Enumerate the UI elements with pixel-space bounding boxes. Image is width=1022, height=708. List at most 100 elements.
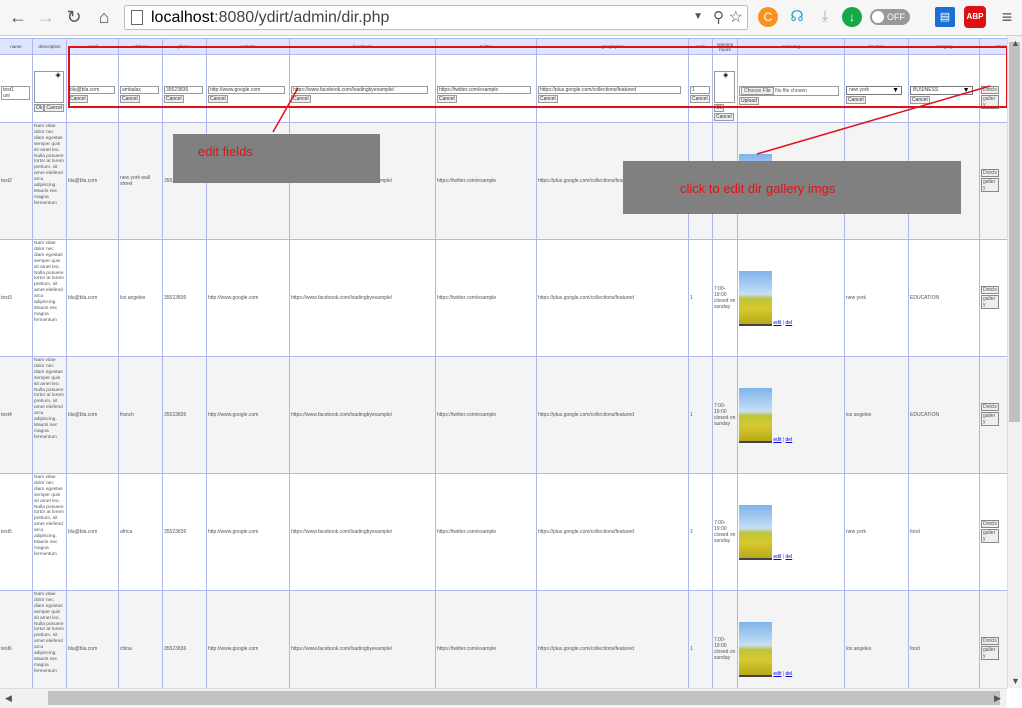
cell-name: test5 — [0, 473, 33, 591]
dropdown-arrow-icon[interactable]: ▼ — [693, 11, 703, 22]
vertical-scrollbar-thumb[interactable] — [1009, 42, 1020, 422]
cell-address: china — [118, 590, 163, 688]
reload-icon[interactable]: ↻ — [62, 5, 86, 29]
home-icon[interactable]: ⌂ — [92, 5, 116, 29]
cell-location: los angeles — [844, 356, 909, 474]
dotcls-button[interactable]: Dotcls — [981, 169, 999, 177]
cell-website: http://www.google.com — [206, 356, 290, 474]
main-image[interactable] — [739, 504, 772, 560]
page-content: name description email address phone web… — [0, 36, 1007, 688]
table-row: test5 Nam vitae dolor nec diam egestas se… — [0, 473, 1007, 591]
gallery-button[interactable]: gallery — [981, 178, 999, 192]
col-description: description — [32, 38, 67, 55]
ok-button[interactable]: Ok — [34, 104, 45, 112]
cell-facebook: https://www.facebook.com/loadingbyexampl… — [289, 356, 436, 474]
cell-twitter: https://twitter.com/example — [435, 122, 537, 240]
main-image[interactable] — [739, 387, 772, 443]
edit-image-link[interactable]: edit — [773, 554, 781, 560]
edit-image-link[interactable]: edit — [773, 437, 781, 443]
cell-googleplus: https://plus.google.com/collections/feat… — [536, 356, 689, 474]
description-textarea[interactable]: ◈ — [34, 71, 64, 103]
cell-email: bla@bla.com — [66, 473, 119, 591]
delete-image-link[interactable]: del — [786, 437, 793, 443]
horizontal-scrollbar-thumb[interactable] — [48, 691, 1000, 705]
gallery-button[interactable]: gallery — [981, 295, 999, 309]
directory-table: name description email address phone web… — [0, 38, 1007, 688]
cell-email: bla@bla.com — [66, 122, 119, 240]
table-row: test6 Nam vitae dolor nec diam egestas se… — [0, 590, 1007, 688]
cell-address: new york wall street — [118, 122, 163, 240]
cell-website: http://www.google.com — [206, 239, 290, 357]
forward-arrow-icon[interactable]: → — [34, 5, 58, 29]
headphones-icon[interactable]: ☊ — [786, 6, 808, 28]
cell-location: new york — [844, 473, 909, 591]
delete-image-link[interactable]: del — [786, 554, 793, 560]
dotcls-button[interactable]: Dotcls — [981, 403, 999, 411]
dotcls-button[interactable]: Dotcls — [981, 637, 999, 645]
cell-description: Nam vitae dolor nec diam egestas semper … — [32, 473, 67, 591]
cell-name: test2 — [0, 122, 33, 240]
scroll-down-arrow-icon[interactable]: ▼ — [1011, 676, 1020, 686]
off-toggle[interactable]: OFF — [870, 9, 910, 25]
gallery-button[interactable]: gallery — [981, 646, 999, 660]
download-arrow-icon[interactable]: ↓ — [842, 7, 862, 27]
extension-c-icon[interactable]: C — [758, 7, 778, 27]
cell-googleplus: https://plus.google.com/collections/feat… — [536, 239, 689, 357]
menu-icon[interactable]: ≡ — [996, 6, 1018, 28]
address-bar[interactable]: localhost:8080/ydirt/admin/dir.php ▼ ⚲ ☆ — [124, 5, 748, 30]
main-image[interactable] — [739, 270, 772, 326]
cell-website: http://www.google.com — [206, 590, 290, 688]
edit-image-link[interactable]: edit — [773, 671, 781, 677]
name-input[interactable]: test1 uni — [1, 86, 30, 100]
cell-description: Nam vitae dolor nec diam egestas semper … — [32, 239, 67, 357]
zoom-icon[interactable]: ⚲ — [713, 8, 724, 26]
delete-image-link[interactable]: del — [786, 671, 793, 677]
adblock-icon[interactable]: ABP — [964, 6, 986, 28]
gallery-button[interactable]: gallery — [981, 529, 999, 543]
cell-action: Dotcls gallery — [979, 239, 1007, 357]
cell-rank: 1 — [688, 473, 713, 591]
cell-name: test3 — [0, 239, 33, 357]
cell-location: new york — [844, 239, 909, 357]
edit-image-link[interactable]: edit — [773, 320, 781, 326]
cell-hours: 7:00-19:00 closed on sunday — [712, 239, 738, 357]
gallery-button[interactable]: gallery — [981, 412, 999, 426]
cell-rank: 1 — [688, 356, 713, 474]
scroll-up-arrow-icon[interactable]: ▲ — [1011, 38, 1020, 48]
cell-twitter: https://twitter.com/example — [435, 239, 537, 357]
download-icon[interactable]: ⤓ — [814, 6, 836, 28]
scroll-left-arrow-icon[interactable]: ◀ — [5, 693, 12, 704]
window-icon[interactable]: ▤ — [935, 7, 955, 27]
cell-name: test6 — [0, 590, 33, 688]
cancel-button-description[interactable]: Cancel — [44, 104, 64, 112]
cell-twitter: https://twitter.com/example — [435, 590, 537, 688]
bookmark-star-icon[interactable]: ☆ — [729, 7, 743, 27]
cell-name: test4 — [0, 356, 33, 474]
back-arrow-icon[interactable]: ← — [6, 5, 30, 29]
cell-description: Nam vitae dolor nec diam egestas semper … — [32, 590, 67, 688]
cell-phone: 35523836 — [162, 590, 207, 688]
cell-phone: 35523836 — [162, 473, 207, 591]
scroll-right-arrow-icon[interactable]: ▶ — [994, 693, 1001, 704]
cell-hours: 7:00-19:00 closed on sunday — [712, 590, 738, 688]
delete-image-link[interactable]: del — [786, 320, 793, 326]
cancel-button-hours[interactable]: Cancel — [714, 113, 734, 121]
cell-facebook: https://www.facebook.com/loadingbyexampl… — [289, 473, 436, 591]
cell-website: http://www.google.com — [206, 473, 290, 591]
cell-email: bla@bla.com — [66, 356, 119, 474]
dotcls-button[interactable]: Dotcls — [981, 286, 999, 294]
cell-facebook: https://www.facebook.com/loadingbyexampl… — [289, 239, 436, 357]
cell-hours: 7:00-19:00 closed on sunday — [712, 473, 738, 591]
table-row: test4 Nam vitae dolor nec diam egestas se… — [0, 356, 1007, 474]
cell-googleplus: https://plus.google.com/collections/feat… — [536, 473, 689, 591]
main-image[interactable] — [739, 621, 772, 677]
cell-rank: 1 — [688, 590, 713, 688]
cell-rank: 1 — [688, 239, 713, 357]
cell-twitter: https://twitter.com/example — [435, 356, 537, 474]
cell-email: bla@bla.com — [66, 590, 119, 688]
dotcls-button[interactable]: Dotcls — [981, 520, 999, 528]
annotation-edit-fields: edit fields — [173, 134, 380, 183]
cell-category: EDUCATION — [908, 356, 980, 474]
cell-action: Dotcls gallery — [979, 356, 1007, 474]
cell-description: Nam vitae dolor nec diam egestas semper … — [32, 122, 67, 240]
